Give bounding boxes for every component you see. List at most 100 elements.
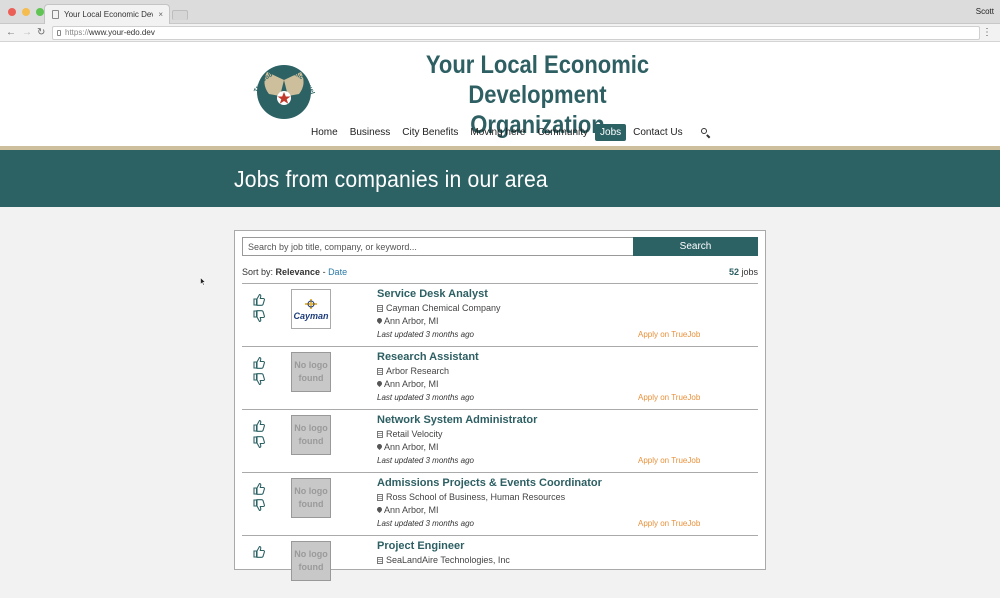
job-item: No logo found Network System Administrat… — [242, 409, 758, 472]
page-title: Jobs from companies in our area — [234, 166, 548, 192]
company-logo-text: Cayman — [293, 310, 329, 321]
location-pin-icon — [375, 442, 384, 451]
job-title-link[interactable]: Research Assistant — [377, 351, 479, 363]
job-location-text: Ann Arbor, MI — [384, 505, 439, 515]
profile-name[interactable]: Scott — [976, 7, 994, 16]
job-count-suffix: jobs — [738, 267, 758, 277]
nav-business[interactable]: Business — [345, 124, 396, 141]
nav-moving-here[interactable]: Moving here — [465, 124, 530, 141]
no-logo-placeholder[interactable]: No logo found — [291, 541, 331, 581]
browser-tab-bar: Your Local Economic Development Organiza… — [0, 0, 1000, 24]
job-company-name: Arbor Research — [386, 366, 450, 376]
sort-relevance[interactable]: Relevance — [276, 267, 321, 277]
no-logo-placeholder[interactable]: No logo found — [291, 415, 331, 455]
job-company: Ross School of Business, Human Resources — [377, 492, 565, 502]
job-location: Ann Arbor, MI — [375, 379, 439, 389]
thumbs-down-icon[interactable] — [252, 435, 266, 449]
job-location-text: Ann Arbor, MI — [384, 442, 439, 452]
minimize-window-button[interactable] — [22, 8, 30, 16]
job-count: 52 jobs — [729, 267, 758, 277]
job-title-link[interactable]: Project Engineer — [377, 540, 464, 552]
job-company-name: Cayman Chemical Company — [386, 303, 501, 313]
nav-contact-us[interactable]: Contact Us — [628, 124, 687, 141]
job-count-number: 52 — [728, 267, 739, 277]
job-company-name: SeaLandAire Technologies, Inc — [386, 555, 510, 565]
organization-logo[interactable]: TrueJob Economic Development · Prosperit… — [247, 50, 321, 124]
thumbs-up-icon[interactable] — [252, 356, 266, 370]
job-item: No logo found Project Engineer SeaLandAi… — [242, 535, 758, 598]
job-item: Cayman Service Desk Analyst Cayman Chemi… — [242, 283, 758, 346]
nav-jobs[interactable]: Jobs — [595, 124, 627, 141]
job-title-link[interactable]: Service Desk Analyst — [377, 288, 488, 300]
vote-buttons — [252, 356, 266, 388]
sort-label: Sort by: — [242, 267, 274, 277]
no-logo-placeholder[interactable]: No logo found — [291, 478, 331, 518]
apply-link[interactable]: Apply on TrueJob — [638, 393, 700, 402]
job-title-link[interactable]: Admissions Projects & Events Coordinator — [377, 477, 602, 489]
url-host: www.your-edo.dev — [89, 28, 155, 37]
building-icon — [377, 431, 383, 438]
lock-icon — [57, 30, 61, 36]
building-icon — [377, 368, 383, 375]
browser-tab[interactable]: Your Local Economic Development Organiza… — [44, 4, 170, 24]
nav-home[interactable]: Home — [306, 124, 343, 141]
nav-city-benefits[interactable]: City Benefits — [397, 124, 463, 141]
address-bar[interactable]: https://www.your-edo.dev — [52, 26, 980, 40]
tab-title: Your Local Economic Development Organiza… — [64, 10, 153, 19]
company-logo[interactable]: Cayman — [291, 289, 331, 329]
mouse-cursor-icon — [200, 277, 206, 286]
job-company-name: Ross School of Business, Human Resources — [386, 492, 566, 502]
jobs-panel: Search Sort by: Relevance - Date 52 jobs… — [234, 230, 766, 581]
vote-buttons — [252, 482, 266, 514]
cayman-logo-mark — [305, 298, 317, 309]
job-updated: Last updated 3 months ago — [377, 393, 474, 402]
page-icon — [52, 10, 59, 19]
job-location: Ann Arbor, MI — [375, 505, 439, 515]
building-icon — [377, 494, 383, 501]
site-title-line1: Your Local Economic — [425, 51, 650, 79]
close-window-button[interactable] — [8, 8, 16, 16]
thumbs-up-icon[interactable] — [252, 419, 266, 433]
nav-community[interactable]: Community — [532, 124, 593, 141]
job-location: Ann Arbor, MI — [375, 442, 439, 452]
back-arrow-icon[interactable]: ← — [6, 26, 16, 40]
browser-menu-icon[interactable]: ⋮ — [982, 27, 992, 39]
job-title-link[interactable]: Network System Administrator — [377, 414, 537, 426]
tab-close-icon[interactable]: × — [158, 10, 169, 19]
job-location-text: Ann Arbor, MI — [384, 379, 439, 389]
thumbs-down-icon[interactable] — [252, 372, 266, 386]
maximize-window-button[interactable] — [36, 8, 44, 16]
search-icon[interactable] — [700, 127, 712, 139]
job-company: SeaLandAire Technologies, Inc — [377, 555, 510, 565]
vote-buttons — [252, 545, 266, 561]
thumbs-up-icon[interactable] — [252, 293, 266, 307]
job-company: Arbor Research — [377, 366, 449, 376]
apply-link[interactable]: Apply on TrueJob — [638, 330, 700, 339]
main-navigation: Home Business City Benefits Moving here … — [306, 124, 712, 141]
job-search-input[interactable] — [242, 237, 633, 256]
job-company: Cayman Chemical Company — [377, 303, 501, 313]
sort-bar: Sort by: Relevance - Date 52 jobs — [242, 267, 758, 277]
thumbs-down-icon[interactable] — [252, 498, 266, 512]
no-logo-placeholder[interactable]: No logo found — [291, 352, 331, 392]
thumbs-down-icon[interactable] — [252, 309, 266, 323]
apply-link[interactable]: Apply on TrueJob — [638, 519, 700, 528]
job-list: Cayman Service Desk Analyst Cayman Chemi… — [242, 283, 758, 598]
job-updated: Last updated 3 months ago — [377, 330, 474, 339]
url-scheme: https:// — [65, 28, 90, 37]
thumbs-up-icon[interactable] — [252, 545, 266, 559]
window-controls — [8, 8, 44, 16]
sort-date-link[interactable]: Date — [328, 267, 347, 277]
job-search-button[interactable]: Search — [633, 237, 758, 256]
forward-arrow-icon[interactable]: → — [22, 26, 32, 40]
thumbs-up-icon[interactable] — [252, 482, 266, 496]
new-tab-button[interactable] — [172, 10, 188, 20]
page-banner: Jobs from companies in our area — [0, 150, 1000, 207]
job-item: No logo found Admissions Projects & Even… — [242, 472, 758, 535]
apply-link[interactable]: Apply on TrueJob — [638, 456, 700, 465]
job-updated: Last updated 3 months ago — [377, 456, 474, 465]
location-pin-icon — [375, 379, 384, 388]
reload-icon[interactable]: ↻ — [37, 26, 45, 40]
sort-separator: - — [320, 267, 329, 277]
vote-buttons — [252, 293, 266, 325]
